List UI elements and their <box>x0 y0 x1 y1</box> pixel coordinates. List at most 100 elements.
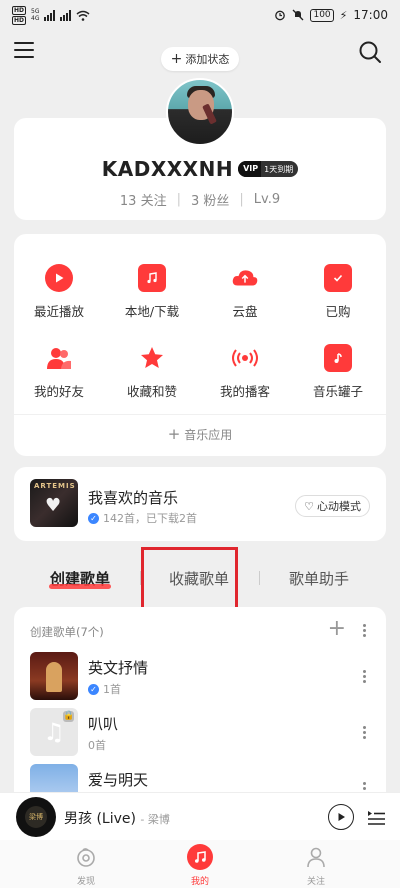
lock-icon: 🔒 <box>63 711 75 722</box>
check-icon: ✓ <box>88 683 99 695</box>
liked-count: 142首，已下载2首 <box>103 512 197 525</box>
network-type: 5G 4G <box>31 8 39 22</box>
vip-expiry: 1天到期 <box>264 164 294 174</box>
playlist-count: 1首 <box>103 683 121 696</box>
func-my-podcast[interactable]: 我的播客 <box>200 344 290 400</box>
nav-follow[interactable]: 关注 <box>286 844 346 887</box>
playlist-header: 创建歌单(7个) <box>30 625 104 639</box>
wifi-icon <box>77 10 90 21</box>
discover-icon <box>73 844 99 870</box>
disc-label: 梁博 <box>25 806 47 828</box>
vip-logo: VIP <box>238 161 262 177</box>
func-recent-play[interactable]: 最近播放 <box>14 264 104 320</box>
song-artist: - 梁博 <box>140 813 170 826</box>
follows-count[interactable]: 13 关注 <box>120 190 167 209</box>
profile-stats: 13 关注 | 3 粉丝 | Lv.9 <box>14 190 386 209</box>
cover-text: ARTEMIS <box>34 482 76 490</box>
playlist-count: 0首 <box>88 739 106 752</box>
playlist-subtitle: ✓ 1首 <box>88 681 121 697</box>
nav-mine[interactable]: 我的 <box>170 844 230 887</box>
plus-icon: + <box>170 51 183 67</box>
song-title: 男孩 (Live) <box>64 811 136 827</box>
func-cloud-disk[interactable]: 云盘 <box>200 264 290 320</box>
func-label: 收藏和赞 <box>126 384 177 399</box>
avatar[interactable] <box>166 78 234 146</box>
bottom-nav: 发现 我的 关注 <box>0 840 400 888</box>
func-label: 已购 <box>325 304 351 319</box>
music-file-icon <box>138 264 166 292</box>
vip-badge[interactable]: VIP 1天到期 <box>238 161 299 177</box>
tab-collected-playlists[interactable]: 收藏歌单 <box>169 568 229 589</box>
user-icon <box>303 844 329 870</box>
tab-playlist-assistant[interactable]: 歌单助手 <box>289 568 349 589</box>
function-grid: 最近播放 本地/下载 云盘 已购 我的好友 收藏和赞 我的播客 音乐罐子 + 音… <box>14 234 386 456</box>
list-item[interactable]: 英文抒情 ✓ 1首 <box>14 652 386 708</box>
music-note-icon <box>187 844 213 870</box>
nav-label: 关注 <box>306 877 325 887</box>
func-label: 音乐罐子 <box>312 384 363 399</box>
play-icon <box>45 264 73 292</box>
func-purchased[interactable]: 已购 <box>293 264 383 320</box>
list-item[interactable]: ♫ 🔒 叭叭 0首 <box>14 708 386 764</box>
play-button[interactable] <box>328 804 354 830</box>
album-disc[interactable]: 梁博 <box>16 797 56 837</box>
playlist-title: 爱与明天 <box>88 771 149 789</box>
username-row: KADXXXNH VIP 1天到期 <box>14 157 386 181</box>
divider <box>14 414 386 415</box>
playlist-subtitle: 0首 <box>88 737 106 753</box>
playlist-card: 创建歌单(7个) + 英文抒情 ✓ 1首 ♫ 🔒 叭叭 0首 爱与明天 <box>14 607 386 807</box>
music-app-button[interactable]: + 音乐应用 <box>14 421 386 447</box>
add-status-label: 添加状态 <box>185 53 230 66</box>
playlist-tabs: 创建歌单 收藏歌单 歌单助手 <box>0 560 400 600</box>
music-note-icon: ♫ <box>43 718 65 746</box>
charging-icon: ⚡ <box>339 8 348 22</box>
username[interactable]: KADXXXNH <box>102 157 233 181</box>
playlist-cover: ♫ 🔒 <box>30 708 78 756</box>
network-5g: 5G <box>31 8 40 15</box>
heart-outline-icon: ♡ <box>304 499 314 513</box>
more-icon[interactable] <box>356 668 372 684</box>
status-left: HD HD 5G 4G <box>12 5 90 25</box>
status-right: 100 ⚡ 17:00 <box>274 8 388 22</box>
add-status-button[interactable]: + 添加状态 <box>161 47 239 71</box>
add-playlist-icon[interactable]: + <box>328 617 346 641</box>
mini-player[interactable]: 梁博 男孩 (Live) - 梁博 <box>0 792 400 840</box>
clock: 17:00 <box>353 8 388 22</box>
fans-count[interactable]: 3 粉丝 <box>191 190 229 209</box>
playlist-title: 英文抒情 <box>88 659 149 677</box>
divider: | <box>239 192 244 207</box>
star-icon <box>138 344 166 372</box>
func-label: 我的好友 <box>33 384 84 399</box>
playlist-queue-icon[interactable] <box>366 807 386 827</box>
level-badge[interactable]: Lv.9 <box>254 192 280 207</box>
nav-label: 我的 <box>190 877 209 887</box>
cloud-upload-icon <box>231 264 259 292</box>
hd-indicators: HD HD <box>12 5 27 25</box>
func-label: 云盘 <box>232 304 258 319</box>
heart-mode-label: 心动模式 <box>317 500 361 513</box>
playlist-cover <box>30 652 78 700</box>
liked-music-card[interactable]: ARTEMIS ♥ 我喜欢的音乐 ✓ 142首，已下载2首 ♡ 心动模式 <box>14 467 386 541</box>
plus-icon: + <box>167 425 181 443</box>
music-app-label: 音乐应用 <box>184 427 233 442</box>
divider <box>140 571 141 585</box>
liked-cover: ARTEMIS ♥ <box>30 479 78 527</box>
menu-icon[interactable] <box>14 42 34 60</box>
func-music-jar[interactable]: 音乐罐子 <box>293 344 383 400</box>
tab-indicator <box>49 584 111 589</box>
friends-icon <box>45 344 73 372</box>
status-bar: HD HD 5G 4G 100 ⚡ 17:00 <box>0 0 400 30</box>
signal-icon <box>60 9 72 21</box>
check-icon: ✓ <box>88 512 99 524</box>
hd-badge: HD <box>12 15 27 25</box>
mute-icon <box>293 9 304 21</box>
func-collect-like[interactable]: 收藏和赞 <box>107 344 197 400</box>
more-icon[interactable] <box>356 724 372 740</box>
heart-mode-button[interactable]: ♡ 心动模式 <box>295 495 370 517</box>
nav-discover[interactable]: 发现 <box>56 844 116 887</box>
search-icon[interactable] <box>358 40 382 64</box>
func-local-download[interactable]: 本地/下载 <box>107 264 197 320</box>
more-icon[interactable] <box>356 622 372 638</box>
func-my-friends[interactable]: 我的好友 <box>14 344 104 400</box>
signal-icon <box>44 9 56 21</box>
